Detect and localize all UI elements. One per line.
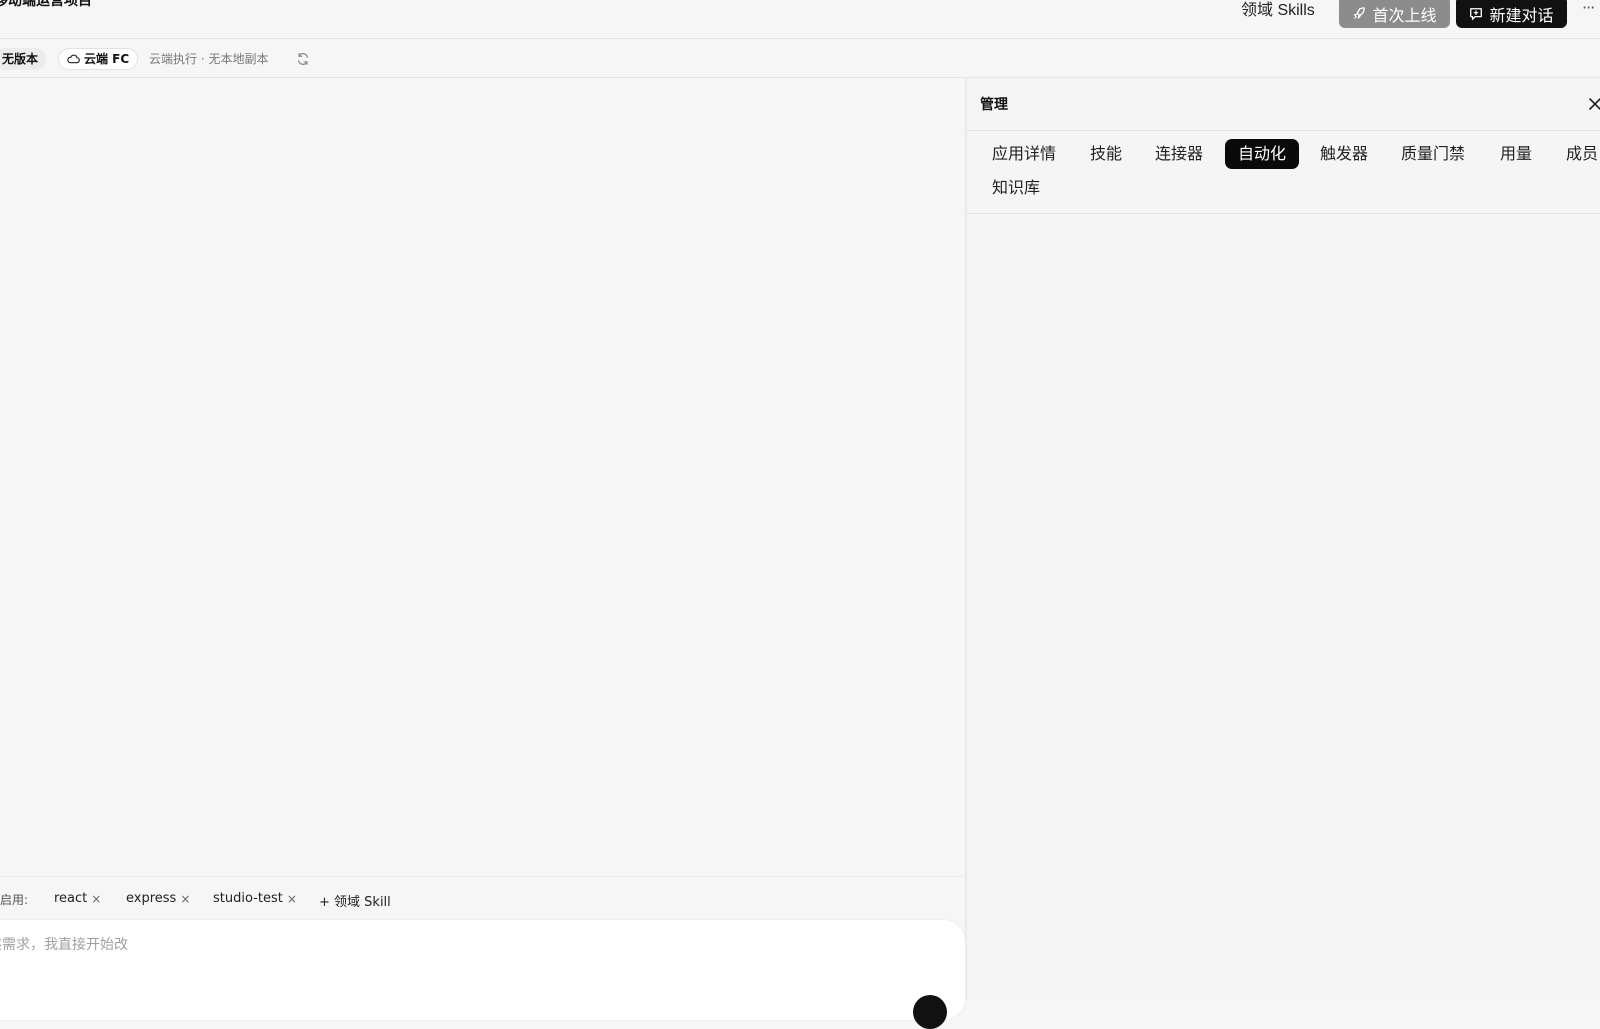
tab-members[interactable]: 成员 xyxy=(1553,139,1600,169)
cloud-runtime-chip[interactable]: 云端 FC xyxy=(58,48,139,70)
domain-skills-link[interactable]: 领域 Skills xyxy=(1241,0,1315,22)
status-bar: 无版本 云端 FC 云端执行 · 无本地副本 xyxy=(0,39,1600,78)
remove-skill-icon[interactable]: × xyxy=(287,887,297,911)
new-chat-icon xyxy=(1470,7,1483,20)
message-composer xyxy=(0,920,965,1029)
first-launch-label: 首次上线 xyxy=(1372,5,1437,25)
new-chat-label: 新建对话 xyxy=(1489,5,1554,25)
rocket-icon xyxy=(1354,6,1366,19)
panel-tabs: 应用详情 技能 连接器 自动化 触发器 质量门禁 用量 成员 知识库 xyxy=(967,131,1600,214)
skill-tag-label: react xyxy=(54,891,88,906)
tab-connectors[interactable]: 连接器 xyxy=(1142,139,1216,169)
enabled-skills-label: 启用: xyxy=(0,893,29,907)
skill-tag-studio-test: studio-test × xyxy=(207,887,303,911)
add-domain-skill-button[interactable]: + 领域 Skill xyxy=(319,891,391,910)
first-launch-button[interactable]: 首次上线 xyxy=(1339,0,1450,28)
send-button[interactable] xyxy=(913,995,947,1029)
top-bar: 移动端运营项目 领域 Skills 首次上线 新建对话 ··· xyxy=(0,0,1600,39)
management-panel: 管理 应用详情 技能 连接器 自动化 触发器 质量门禁 用量 成员 知识库 xyxy=(967,78,1600,1000)
skill-tag-express: express × xyxy=(120,887,196,911)
execution-description: 云端执行 · 无本地副本 xyxy=(149,52,269,66)
version-chip[interactable]: 无版本 xyxy=(0,48,47,70)
chat-canvas xyxy=(0,78,965,876)
remove-skill-icon[interactable]: × xyxy=(180,887,190,911)
close-icon[interactable] xyxy=(1589,98,1600,110)
tab-quality-gates[interactable]: 质量门禁 xyxy=(1388,139,1478,169)
remove-skill-icon[interactable]: × xyxy=(91,887,101,911)
skill-tag-react: react × xyxy=(48,887,107,911)
enabled-skills-bar: 启用: react × express × studio-test × + 领域… xyxy=(0,876,965,921)
message-input[interactable] xyxy=(0,934,880,956)
cloud-icon xyxy=(67,54,80,64)
skill-tag-label: express xyxy=(126,891,177,906)
tab-knowledge-base[interactable]: 知识库 xyxy=(979,173,1053,203)
cloud-runtime-label: 云端 FC xyxy=(84,52,130,66)
tab-automation[interactable]: 自动化 xyxy=(1225,139,1300,169)
tab-app-details[interactable]: 应用详情 xyxy=(979,139,1069,169)
panel-header: 管理 xyxy=(967,78,1600,131)
tab-skills[interactable]: 技能 xyxy=(1077,139,1135,169)
tab-usage[interactable]: 用量 xyxy=(1487,139,1545,169)
skill-tag-label: studio-test xyxy=(213,891,283,906)
more-options-icon[interactable]: ··· xyxy=(1582,0,1595,17)
new-chat-button[interactable]: 新建对话 xyxy=(1456,0,1567,28)
project-title: 移动端运营项目 xyxy=(0,0,92,9)
tab-triggers[interactable]: 触发器 xyxy=(1307,139,1381,169)
refresh-icon[interactable] xyxy=(296,52,310,66)
panel-title: 管理 xyxy=(980,97,1008,113)
